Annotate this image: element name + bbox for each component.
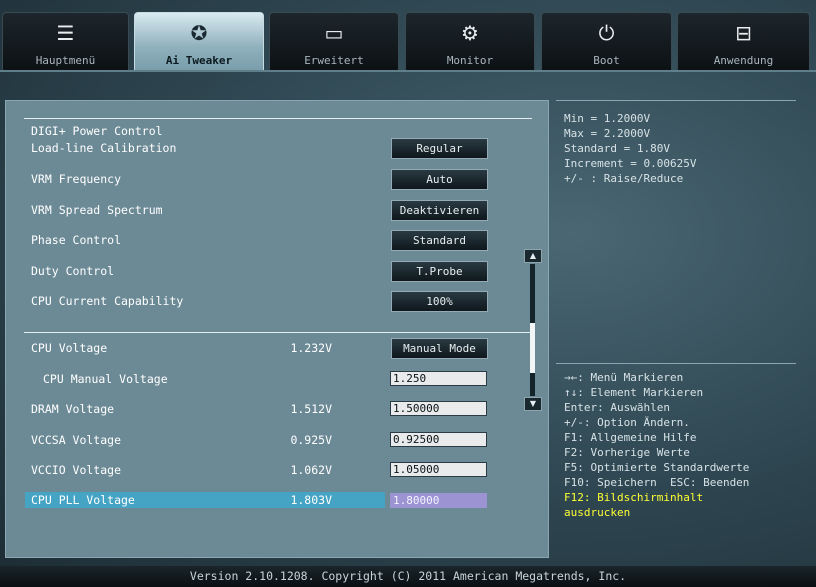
help-line: +/- : Raise/Reduce <box>564 172 684 185</box>
setting-label: VCCIO Voltage <box>31 463 122 477</box>
key-legend-panel: →←: Menü Markieren ↑↓: Element Markieren… <box>556 363 796 558</box>
scroll-up-button[interactable]: ▲ <box>524 249 542 263</box>
key-line: F1: Allgemeine Hilfe <box>564 431 697 444</box>
help-line: Max = 2.2000V <box>564 127 651 140</box>
key-line: +/-: Option Ändern. <box>564 416 690 429</box>
voltage-reading: 0.925V <box>290 433 332 447</box>
divider <box>556 363 796 364</box>
setting-label: VRM Frequency <box>31 172 122 186</box>
setting-label: CPU Voltage <box>31 341 108 355</box>
key-line: Enter: Auswählen <box>564 401 670 414</box>
help-line: Standard = 1.80V <box>564 142 670 155</box>
voltage-reading: 1.803V <box>290 493 332 507</box>
cpu-pll-voltage-input[interactable]: 1.80000 <box>390 493 487 508</box>
help-line: Min = 1.2000V <box>564 112 651 125</box>
duty-control-button[interactable]: T.Probe <box>391 261 488 282</box>
divider <box>24 332 532 333</box>
phase-control-button[interactable]: Standard <box>391 230 488 251</box>
help-panel: Min = 1.2000V Max = 2.2000V Standard = 1… <box>556 100 796 363</box>
tab-boot[interactable]: ⏻ Boot <box>541 12 672 70</box>
tab-monitor[interactable]: ⚙ Monitor <box>405 12 535 70</box>
scrollbar-thumb[interactable] <box>530 323 535 373</box>
key-line: F2: Vorherige Werte <box>564 446 690 459</box>
cpu-current-capability-button[interactable]: 100% <box>391 291 488 312</box>
tool-icon: ⊟ <box>735 21 752 45</box>
setting-label: CPU PLL Voltage <box>31 493 135 507</box>
tab-bar: ☰ Hauptmenü ✪ Ai Tweaker ▭ Erweitert ⚙ M… <box>0 12 816 70</box>
help-line: Increment = 0.00625V <box>564 157 697 170</box>
load-line-calibration-button[interactable]: Regular <box>391 138 488 159</box>
tab-label: Monitor <box>446 54 494 67</box>
setting-label: VRM Spread Spectrum <box>31 203 163 217</box>
tab-erweitert[interactable]: ▭ Erweitert <box>269 12 399 70</box>
list-icon: ☰ <box>56 21 75 45</box>
tab-underline <box>0 70 816 72</box>
divider <box>556 100 796 101</box>
power-icon: ⏻ <box>598 21 615 45</box>
vrm-frequency-button[interactable]: Auto <box>391 169 488 190</box>
voltage-reading: 1.512V <box>290 402 332 416</box>
dram-voltage-input[interactable]: 1.50000 <box>390 401 487 416</box>
print-screen-hint: ausdrucken <box>564 506 631 519</box>
setting-label: Phase Control <box>31 233 122 247</box>
voltage-reading: 1.062V <box>290 463 332 477</box>
divider <box>24 118 532 119</box>
key-line: ↑↓: Element Markieren <box>564 386 704 399</box>
tab-anwendung[interactable]: ⊟ Anwendung <box>677 12 810 70</box>
setting-label: DRAM Voltage <box>31 402 115 416</box>
tweaker-icon: ✪ <box>190 21 208 45</box>
footer-version: Version 2.10.1208. Copyright (C) 2011 Am… <box>0 566 816 587</box>
tab-ai-tweaker[interactable]: ✪ Ai Tweaker <box>134 12 264 70</box>
key-line: →←: Menü Markieren <box>564 371 684 384</box>
tab-label: Anwendung <box>713 54 774 67</box>
monitor-icon: ⚙ <box>461 21 479 45</box>
setting-label: Load-line Calibration <box>31 141 177 155</box>
vrm-spread-spectrum-button[interactable]: Deaktivieren <box>391 200 488 221</box>
vccsa-voltage-input[interactable]: 0.92500 <box>390 432 487 447</box>
print-screen-hint: F12: Bildschirminhalt <box>564 491 704 504</box>
setting-label: VCCSA Voltage <box>31 433 122 447</box>
setting-label: CPU Manual Voltage <box>43 372 168 386</box>
key-line: F5: Optimierte Standardwerte <box>564 461 750 474</box>
cpu-voltage-mode-button[interactable]: Manual Mode <box>391 338 488 359</box>
tab-label: Erweitert <box>304 54 364 67</box>
help-text: Min = 1.2000V Max = 2.2000V Standard = 1… <box>564 111 696 186</box>
voltage-reading: 1.232V <box>290 341 332 355</box>
tab-label: Boot <box>593 54 620 67</box>
advanced-icon: ▭ <box>324 21 344 45</box>
tab-hauptmenu[interactable]: ☰ Hauptmenü <box>2 12 129 70</box>
setting-label: Duty Control <box>31 264 115 278</box>
key-legend: →←: Menü Markieren ↑↓: Element Markieren… <box>564 370 749 520</box>
section-title: DIGI+ Power Control <box>31 124 163 138</box>
key-line: F10: Speichern ESC: Beenden <box>564 476 750 489</box>
settings-panel: DIGI+ Power Control Load-line Calibratio… <box>5 100 549 558</box>
cpu-manual-voltage-input[interactable]: 1.250 <box>390 371 487 386</box>
tab-label: Hauptmenü <box>35 54 96 67</box>
setting-label: CPU Current Capability <box>31 294 184 308</box>
tab-label: Ai Tweaker <box>165 54 233 67</box>
vccio-voltage-input[interactable]: 1.05000 <box>390 462 487 477</box>
scroll-down-button[interactable]: ▼ <box>524 397 542 411</box>
